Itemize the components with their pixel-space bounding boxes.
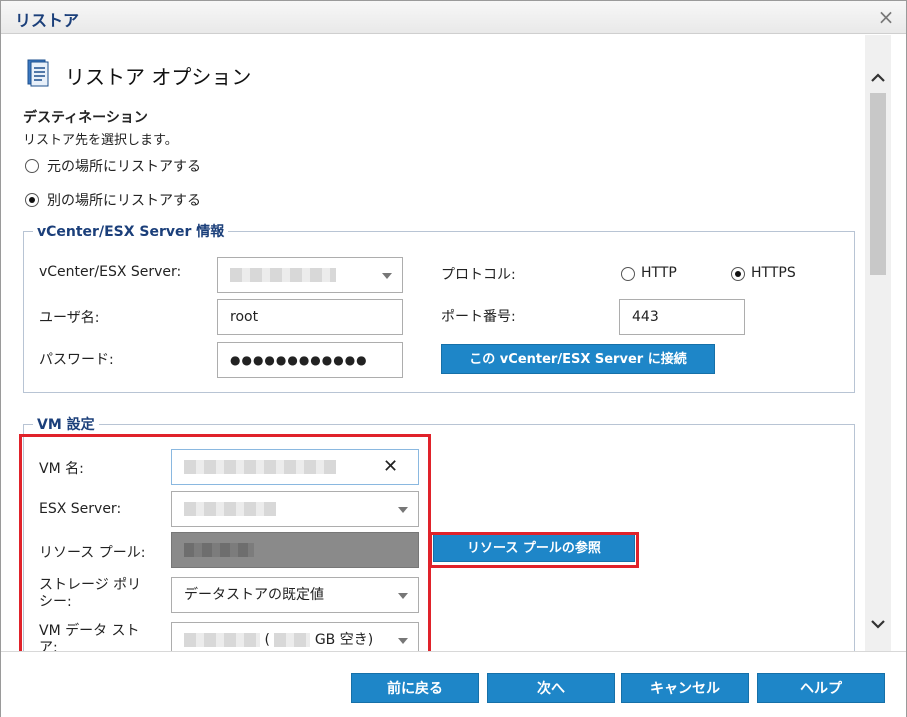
vcenter-group-title: vCenter/ESX Server 情報 [33, 221, 229, 241]
dialog-content: リストア オプション デスティネーション リストア先を選択します。 元の場所にリ… [3, 35, 865, 651]
vcenter-server-label: vCenter/ESX Server: [39, 264, 182, 280]
user-field[interactable]: root [217, 299, 403, 335]
destination-description: リストア先を選択します。 [23, 133, 178, 148]
redacted-value [230, 268, 336, 282]
password-field[interactable]: ●●●●●●●●●●●● [217, 342, 403, 378]
radio-alternate-location[interactable] [25, 193, 39, 207]
document-icon [27, 59, 49, 87]
next-button[interactable]: 次へ [487, 673, 615, 703]
connect-button[interactable]: この vCenter/ESX Server に接続 [441, 344, 715, 374]
radio-original-location-label[interactable]: 元の場所にリストアする [47, 156, 201, 176]
vm-settings-group-title: VM 設定 [33, 414, 99, 434]
protocol-label: プロトコル: [441, 267, 516, 283]
vertical-scrollbar[interactable] [865, 35, 891, 651]
vcenter-server-select[interactable] [217, 257, 403, 293]
radio-http[interactable] [621, 267, 635, 281]
restore-dialog: リストア × リストア オプション デスティネーション リストア先を選択します。… [0, 0, 907, 717]
chevron-down-icon[interactable] [865, 611, 891, 637]
highlight-resource-pool-button [429, 532, 639, 568]
radio-http-label[interactable]: HTTP [641, 265, 677, 281]
password-label: パスワード: [39, 352, 114, 368]
dialog-title: リストア [15, 11, 80, 30]
destination-heading: デスティネーション [23, 110, 148, 126]
back-button[interactable]: 前に戻る [351, 673, 479, 703]
page-title: リストア オプション [65, 65, 252, 89]
close-icon[interactable]: × [876, 5, 896, 29]
title-bar: リストア × [1, 1, 906, 34]
chevron-down-icon [382, 273, 392, 279]
scrollbar-thumb[interactable] [870, 93, 886, 275]
radio-https[interactable] [731, 267, 745, 281]
radio-https-label[interactable]: HTTPS [751, 265, 796, 281]
radio-original-location[interactable] [25, 159, 39, 173]
dialog-footer: 前に戻る 次へ キャンセル ヘルプ [1, 651, 906, 717]
radio-alternate-location-label[interactable]: 別の場所にリストアする [47, 190, 201, 210]
chevron-up-icon[interactable] [865, 65, 891, 91]
help-button[interactable]: ヘルプ [757, 673, 885, 703]
port-field[interactable]: 443 [619, 299, 745, 335]
cancel-button[interactable]: キャンセル [621, 673, 749, 703]
highlight-vm-settings [19, 434, 431, 651]
user-label: ユーザ名: [39, 310, 100, 326]
port-label: ポート番号: [441, 309, 516, 325]
